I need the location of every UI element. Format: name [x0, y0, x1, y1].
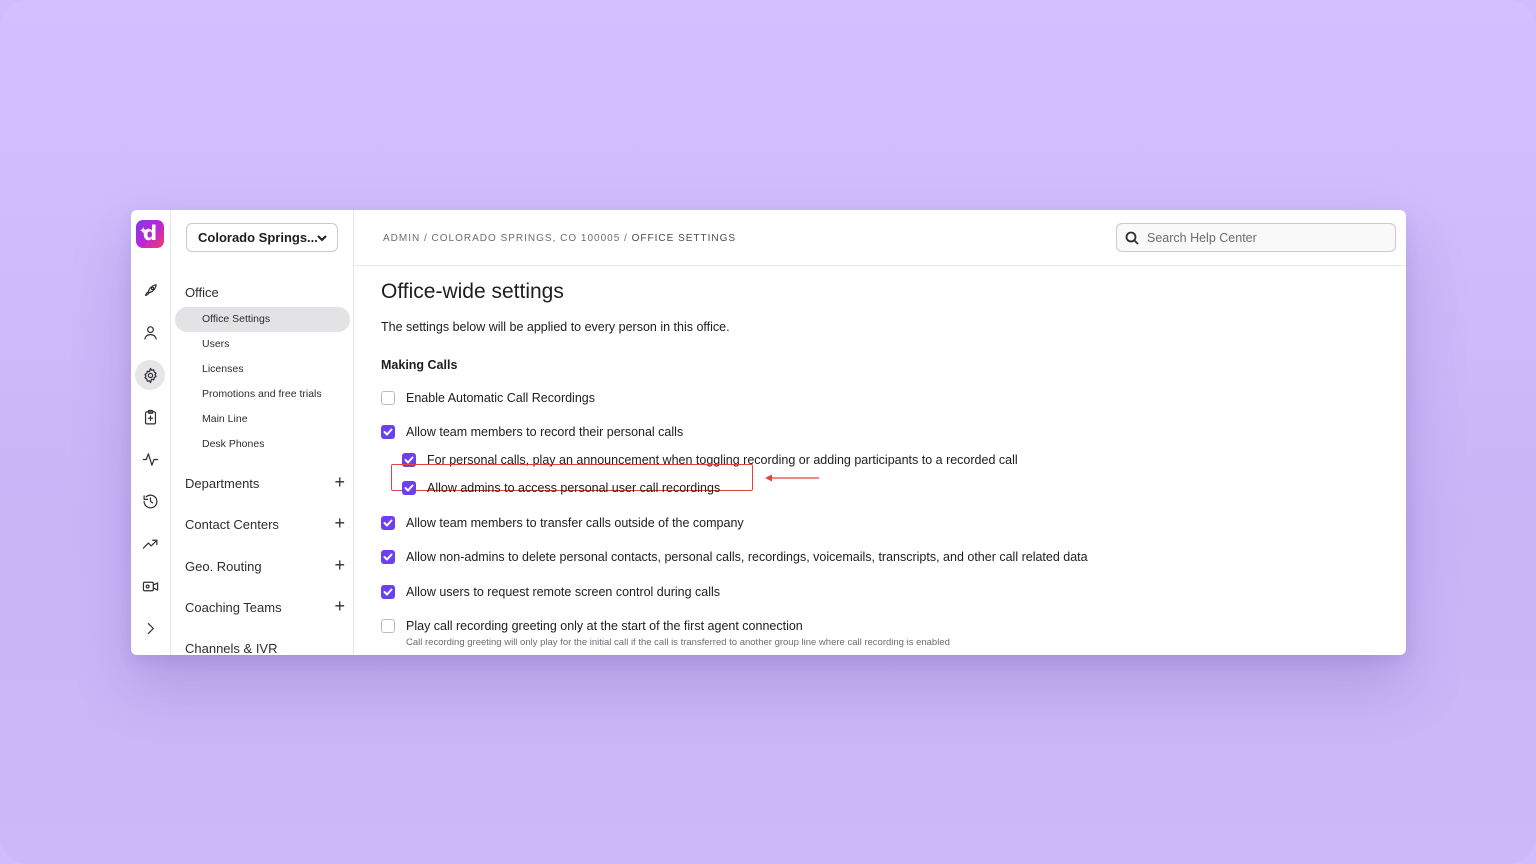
sidebar-item-promotions[interactable]: Promotions and free trials — [175, 382, 350, 407]
activity-icon[interactable] — [135, 444, 165, 474]
option-label: Allow team members to record their perso… — [406, 425, 684, 439]
option-label: Play call recording greeting only at the… — [406, 619, 803, 633]
rocket-icon[interactable] — [135, 275, 165, 305]
search-box[interactable] — [1116, 223, 1396, 252]
sidebar-group-label: Coaching Teams — [185, 600, 282, 615]
page-subtitle: The settings below will be applied to ev… — [381, 320, 730, 334]
option-label: Allow team members to transfer calls out… — [406, 516, 744, 530]
section-title: Making Calls — [381, 358, 458, 372]
app-window: ✦ d Colorado Springs... Office Office Se… — [131, 210, 1406, 655]
trending-icon[interactable] — [135, 529, 165, 559]
plus-icon[interactable]: + — [334, 514, 345, 532]
checkbox-checked[interactable] — [402, 481, 416, 495]
sidebar-group-departments[interactable]: Departments + — [185, 473, 345, 491]
checkbox-unchecked[interactable] — [381, 619, 395, 633]
video-icon[interactable] — [135, 571, 165, 601]
main-content: Office-wide settings The settings below … — [354, 267, 1406, 655]
history-icon[interactable] — [135, 486, 165, 516]
gear-icon[interactable] — [135, 360, 165, 390]
option-label: Allow non-admins to delete personal cont… — [406, 550, 1088, 564]
option-hint: Call recording greeting will only play f… — [406, 637, 950, 648]
plus-icon[interactable]: + — [334, 597, 345, 615]
arrow-left-icon — [764, 471, 820, 483]
sidebar-section-office[interactable]: Office — [185, 285, 219, 300]
check-icon — [383, 428, 393, 436]
office-selector-label: Colorado Springs... — [198, 230, 318, 245]
chevron-down-icon — [316, 232, 328, 244]
sidebar-item-office-settings[interactable]: Office Settings — [175, 307, 350, 332]
clipboard-icon[interactable] — [135, 402, 165, 432]
search-input[interactable] — [1147, 228, 1387, 248]
sidebar-item-users[interactable]: Users — [175, 332, 350, 357]
office-selector[interactable]: Colorado Springs... — [186, 223, 338, 252]
icon-rail: ✦ d — [131, 210, 171, 655]
option-label: Enable Automatic Call Recordings — [406, 391, 595, 405]
option-label: Allow admins to access personal user cal… — [427, 481, 721, 495]
checkbox-checked[interactable] — [381, 550, 395, 564]
checkbox-checked[interactable] — [381, 425, 395, 439]
plus-icon[interactable]: + — [334, 473, 345, 491]
breadcrumb-current: OFFICE SETTINGS — [631, 233, 737, 244]
breadcrumb-path[interactable]: ADMIN / COLORADO SPRINGS, CO 100005 / — [383, 233, 632, 244]
sidebar-group-label: Contact Centers — [185, 517, 279, 532]
chevron-right-icon[interactable] — [135, 613, 165, 643]
sidebar-item-desk-phones[interactable]: Desk Phones — [175, 432, 350, 457]
top-bar: ADMIN / COLORADO SPRINGS, CO 100005 / OF… — [354, 210, 1406, 266]
page-title: Office-wide settings — [381, 280, 564, 303]
sidebar-group-geo-routing[interactable]: Geo. Routing + — [185, 556, 345, 574]
checkbox-checked[interactable] — [381, 516, 395, 530]
check-icon — [383, 588, 393, 596]
app-logo[interactable]: ✦ d — [136, 220, 164, 248]
person-icon[interactable] — [135, 317, 165, 347]
sidebar-group-label: Departments — [185, 476, 260, 491]
plus-icon[interactable]: + — [334, 556, 345, 574]
sidebar-item-main-line[interactable]: Main Line — [175, 407, 350, 432]
sidebar-item-licenses[interactable]: Licenses — [175, 357, 350, 382]
sidebar-group-channels-ivr[interactable]: Channels & IVR — [185, 641, 345, 655]
checkbox-unchecked[interactable] — [381, 391, 395, 405]
check-icon — [383, 553, 393, 561]
sidebar: Colorado Springs... Office Office Settin… — [172, 210, 354, 655]
background-frame: ✦ d Colorado Springs... Office Office Se… — [0, 0, 1536, 864]
check-icon — [404, 484, 414, 492]
option-label: Allow users to request remote screen con… — [406, 585, 721, 599]
sidebar-group-contact-centers[interactable]: Contact Centers + — [185, 514, 345, 532]
checkbox-checked[interactable] — [381, 585, 395, 599]
check-icon — [383, 519, 393, 527]
search-icon — [1125, 231, 1139, 245]
sidebar-group-coaching-teams[interactable]: Coaching Teams + — [185, 597, 345, 615]
sidebar-group-label: Channels & IVR — [185, 641, 278, 655]
sidebar-group-label: Geo. Routing — [185, 559, 262, 574]
breadcrumb: ADMIN / COLORADO SPRINGS, CO 100005 / OF… — [383, 233, 736, 244]
